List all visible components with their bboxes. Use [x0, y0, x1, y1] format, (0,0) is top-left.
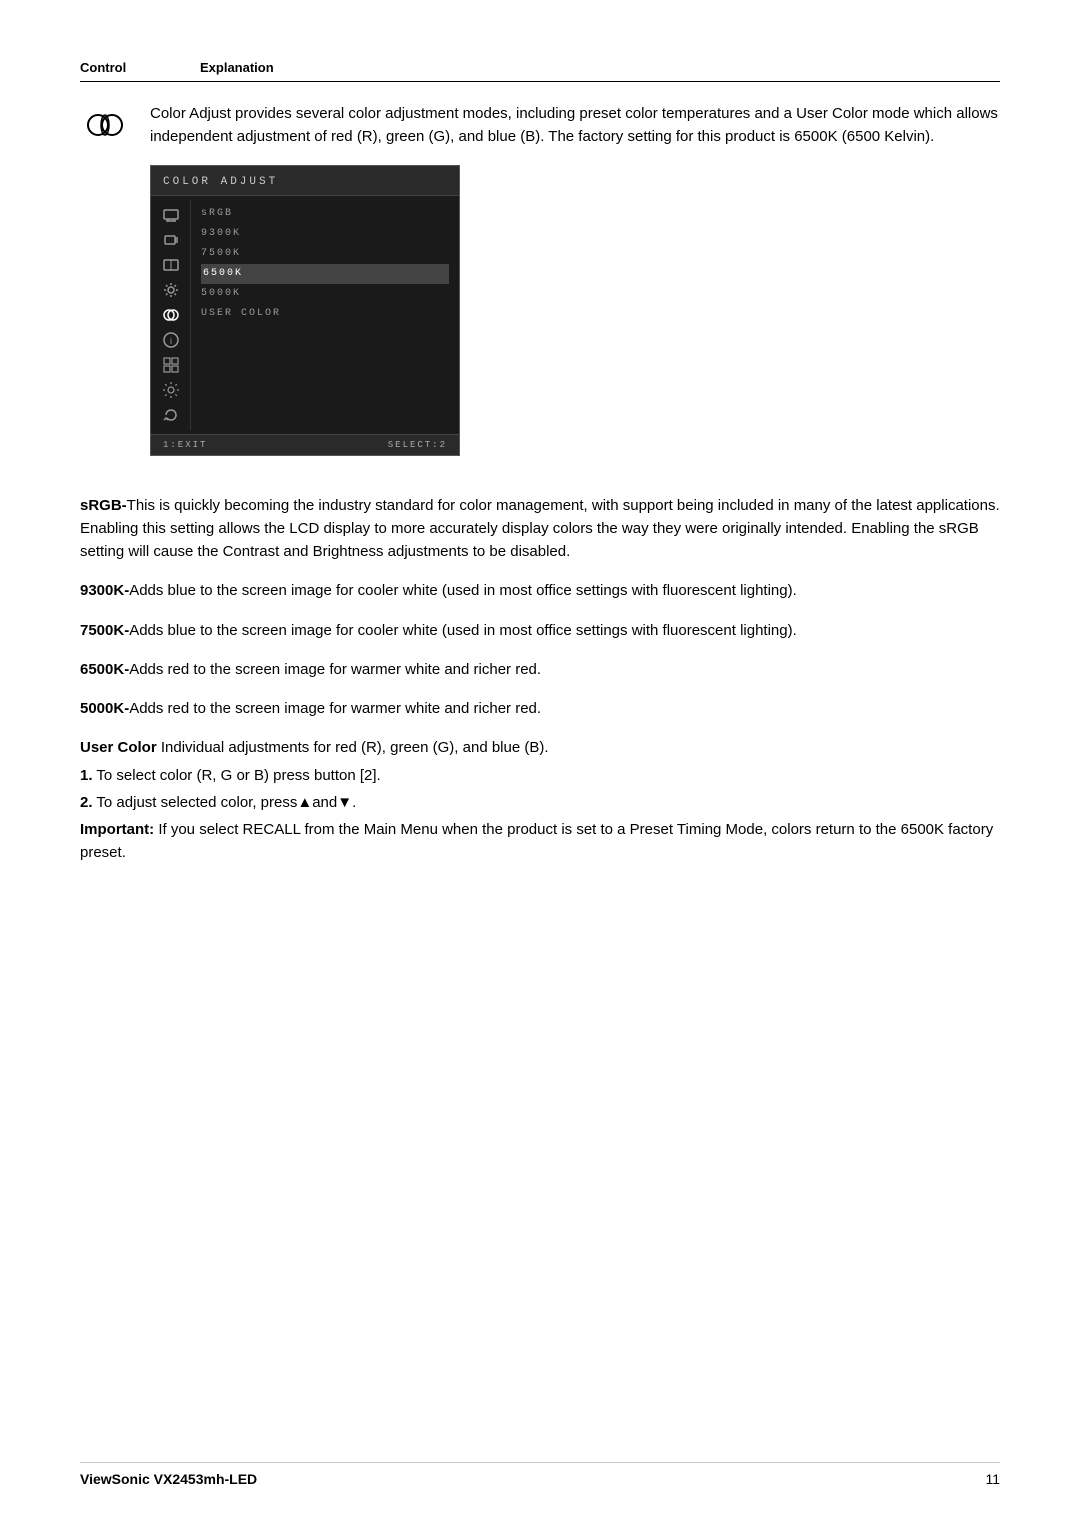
- 9300k-text: Adds blue to the screen image for cooler…: [129, 582, 797, 599]
- table-header: Control Explanation: [80, 60, 1000, 82]
- intro-paragraph: Color Adjust provides several color adju…: [150, 102, 1000, 149]
- color-adjust-icon: [84, 104, 126, 146]
- footer-brand: ViewSonic VX2453mh-LED: [80, 1471, 257, 1487]
- footer-page-number: 11: [985, 1471, 1000, 1487]
- osd-icon-8: [158, 379, 184, 401]
- osd-menu-6500k: 6500K: [201, 264, 449, 284]
- 5000k-paragraph: 5000K-Adds red to the screen image for w…: [80, 697, 1000, 720]
- 6500k-text: Adds red to the screen image for warmer …: [129, 661, 541, 678]
- header-explanation: Explanation: [200, 60, 274, 75]
- osd-icon-1: [158, 204, 184, 226]
- srgb-prefix: sRGB-: [80, 497, 127, 514]
- 7500k-paragraph: 7500K-Adds blue to the screen image for …: [80, 619, 1000, 642]
- osd-screen: COLOR ADJUST: [150, 165, 460, 456]
- footer-brand-name: ViewSonic: [80, 1471, 150, 1487]
- color-adjust-content: Color Adjust provides several color adju…: [150, 102, 1000, 472]
- osd-icon-9: [158, 404, 184, 426]
- osd-menu-5000k: 5000K: [201, 284, 449, 304]
- step1-text: To select color (R, G or B) press button…: [93, 767, 381, 784]
- osd-menu-9300k: 9300K: [201, 224, 449, 244]
- svg-text:i: i: [170, 336, 172, 346]
- header-control: Control: [80, 60, 160, 75]
- color-adjust-section: Color Adjust provides several color adju…: [80, 102, 1000, 472]
- footer-model: VX2453mh-LED: [154, 1471, 257, 1487]
- 5000k-text: Adds red to the screen image for warmer …: [129, 700, 541, 717]
- osd-menu-7500k: 7500K: [201, 244, 449, 264]
- user-color-prefix: User Color: [80, 739, 157, 756]
- user-color-step1: 1. To select color (R, G or B) press but…: [80, 764, 1000, 787]
- 9300k-paragraph: 9300K-Adds blue to the screen image for …: [80, 579, 1000, 602]
- osd-icons-col: i: [151, 200, 191, 430]
- osd-menu-user-color: USER COLOR: [201, 304, 449, 324]
- osd-icon-3: [158, 254, 184, 276]
- step2-bold: 2.: [80, 794, 93, 811]
- osd-menu-srgb: sRGB: [201, 204, 449, 224]
- srgb-paragraph: sRGB-This is quickly becoming the indust…: [80, 494, 1000, 564]
- osd-icon-7: [158, 354, 184, 376]
- user-color-step2: 2. To adjust selected color, press▲and▼.: [80, 791, 1000, 814]
- osd-footer: 1:EXIT SELECT:2: [151, 434, 459, 455]
- 7500k-prefix: 7500K-: [80, 622, 129, 639]
- osd-icon-6: i: [158, 329, 184, 351]
- 6500k-prefix: 6500K-: [80, 661, 129, 678]
- important-paragraph: Important: If you select RECALL from the…: [80, 818, 1000, 865]
- important-prefix: Important:: [80, 821, 154, 838]
- osd-body: i: [151, 196, 459, 434]
- osd-icon-5: [158, 304, 184, 326]
- 9300k-prefix: 9300K-: [80, 582, 129, 599]
- step1-bold: 1.: [80, 767, 93, 784]
- 7500k-text: Adds blue to the screen image for cooler…: [129, 622, 797, 639]
- important-text: If you select RECALL from the Main Menu …: [80, 821, 993, 861]
- intro-text: Color Adjust provides several color adju…: [150, 105, 998, 145]
- osd-icon-2: [158, 229, 184, 251]
- step2-text: To adjust selected color, press▲and▼.: [93, 794, 357, 811]
- osd-footer-right: SELECT:2: [388, 440, 447, 450]
- 6500k-paragraph: 6500K-Adds red to the screen image for w…: [80, 658, 1000, 681]
- osd-title-bar: COLOR ADJUST: [151, 166, 459, 196]
- 5000k-prefix: 5000K-: [80, 700, 129, 717]
- osd-title: COLOR ADJUST: [163, 176, 278, 188]
- page-footer: ViewSonic VX2453mh-LED 11: [80, 1462, 1000, 1487]
- control-icon-col: [80, 102, 130, 146]
- user-color-paragraph: User Color Individual adjustments for re…: [80, 736, 1000, 759]
- osd-footer-left: 1:EXIT: [163, 440, 207, 450]
- user-color-text: Individual adjustments for red (R), gree…: [157, 739, 549, 756]
- srgb-text: This is quickly becoming the industry st…: [80, 497, 1000, 561]
- osd-menu-col: sRGB 9300K 7500K 6500K 5000K USER COLOR: [191, 200, 459, 430]
- osd-icon-4: [158, 279, 184, 301]
